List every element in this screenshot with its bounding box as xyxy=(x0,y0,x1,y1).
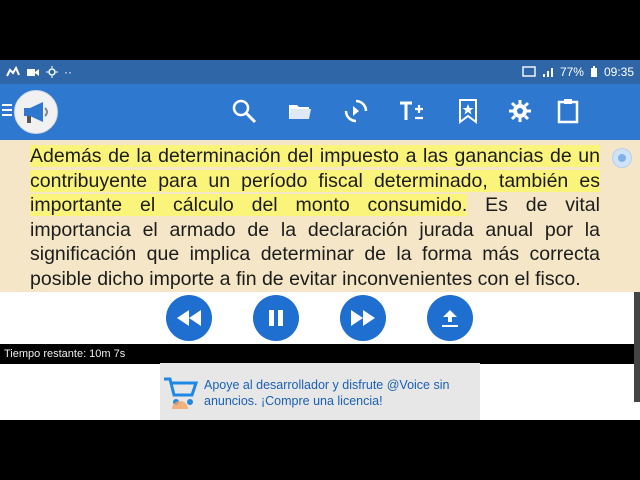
playback-controls xyxy=(0,292,640,344)
text-size-button[interactable] xyxy=(397,96,427,126)
sync-button[interactable] xyxy=(341,96,371,126)
search-button[interactable] xyxy=(229,96,259,126)
pause-icon xyxy=(269,310,283,326)
ad-text: Apoye al desarrollador y disfrute @Voice… xyxy=(204,378,450,408)
signal-icon xyxy=(542,68,553,77)
search-icon xyxy=(232,99,257,124)
settings-icon xyxy=(509,100,531,122)
clipboard-button[interactable] xyxy=(553,96,583,126)
folder-icon xyxy=(289,105,311,119)
time-remaining-label: Tiempo restante: 10m 7s xyxy=(4,348,126,360)
fast-forward-icon xyxy=(351,310,375,326)
rewind-button[interactable] xyxy=(166,295,212,341)
app-toolbar xyxy=(0,84,640,140)
sync-icon xyxy=(344,99,368,123)
upload-button[interactable] xyxy=(427,295,473,341)
cast-icon xyxy=(522,66,536,77)
phone-screen: ·· 77% 09:35 Además de la determinación … xyxy=(0,60,640,420)
status-left-icons: ·· xyxy=(6,65,72,79)
reader-text-area[interactable]: Además de la determinación del impuesto … xyxy=(0,140,640,292)
battery-icon xyxy=(590,66,597,77)
app-logo[interactable] xyxy=(14,90,58,134)
time-remaining-bar: Tiempo restante: 10m 7s xyxy=(0,344,640,364)
reader-text: Además de la determinación del impuesto … xyxy=(30,144,600,291)
status-right: 77% 09:35 xyxy=(522,65,634,79)
battery-percent: 77% xyxy=(559,65,584,79)
pause-button[interactable] xyxy=(253,295,299,341)
fast-forward-button[interactable] xyxy=(340,295,386,341)
clock: 09:35 xyxy=(603,65,634,79)
status-bar: ·· 77% 09:35 xyxy=(0,60,640,84)
scroll-handle[interactable] xyxy=(612,148,632,168)
upload-icon xyxy=(442,310,458,327)
open-file-button[interactable] xyxy=(285,96,315,126)
brightness-icon xyxy=(46,66,58,78)
more-dots-icon: ·· xyxy=(64,65,72,79)
side-edge xyxy=(634,292,640,402)
settings-button[interactable] xyxy=(505,96,535,126)
menu-icon[interactable] xyxy=(2,104,12,118)
rewind-icon xyxy=(177,310,201,326)
bookmark-button[interactable] xyxy=(453,96,483,126)
messenger-icon xyxy=(6,66,20,77)
shopping-cart-icon xyxy=(164,377,199,409)
text-size-icon xyxy=(400,101,423,120)
bookmark-star-icon xyxy=(459,99,477,124)
video-icon xyxy=(27,69,39,76)
clipboard-icon xyxy=(557,99,579,124)
megaphone-icon xyxy=(24,102,48,123)
ad-banner[interactable]: Apoye al desarrollador y disfrute @Voice… xyxy=(160,363,480,420)
